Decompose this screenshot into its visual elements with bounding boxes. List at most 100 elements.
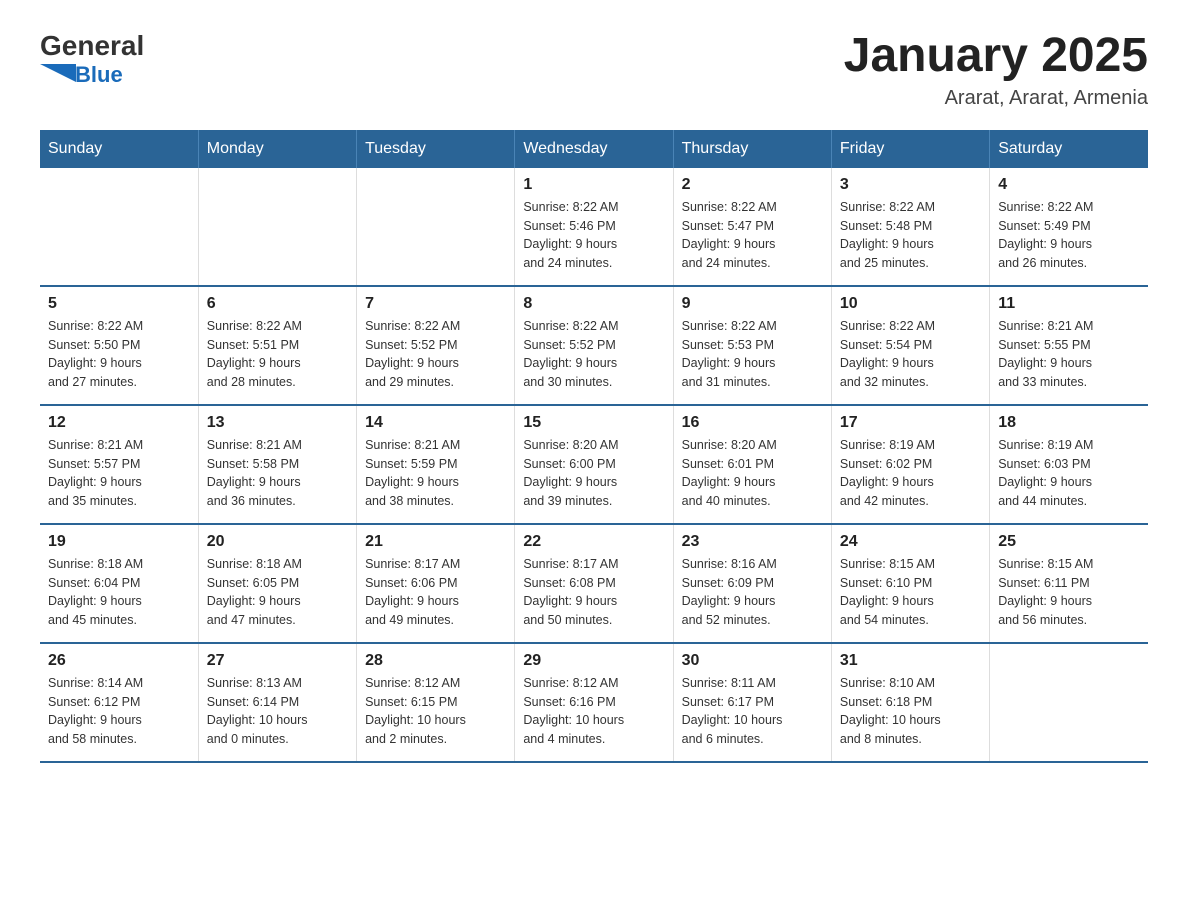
day-number: 29 [523, 652, 664, 670]
calendar-week-row: 5 Sunrise: 8:22 AMSunset: 5:50 PMDaylight… [40, 286, 1148, 405]
day-number: 5 [48, 295, 190, 313]
calendar-cell [990, 643, 1148, 762]
calendar-week-row: 12 Sunrise: 8:21 AMSunset: 5:57 PMDayligh… [40, 405, 1148, 524]
location-title: Ararat, Ararat, Armenia [844, 87, 1148, 110]
day-number: 10 [840, 295, 981, 313]
day-info: Sunrise: 8:20 AMSunset: 6:00 PMDaylight:… [523, 436, 664, 511]
calendar-cell: 4 Sunrise: 8:22 AMSunset: 5:49 PMDaylight… [990, 168, 1148, 286]
logo-general-text: General [40, 30, 144, 62]
day-number: 2 [682, 176, 823, 194]
day-number: 7 [365, 295, 506, 313]
calendar-cell: 28 Sunrise: 8:12 AMSunset: 6:15 PMDayligh… [357, 643, 515, 762]
page-header: General Blue January 2025 Ararat, Ararat… [40, 30, 1148, 110]
col-saturday: Saturday [990, 130, 1148, 168]
calendar-cell: 11 Sunrise: 8:21 AMSunset: 5:55 PMDayligh… [990, 286, 1148, 405]
calendar-cell: 15 Sunrise: 8:20 AMSunset: 6:00 PMDayligh… [515, 405, 673, 524]
calendar-cell: 25Sunrise: 8:15 AMSunset: 6:11 PMDayligh… [990, 524, 1148, 643]
day-number: 9 [682, 295, 823, 313]
day-info: Sunrise: 8:12 AMSunset: 6:16 PMDaylight:… [523, 674, 664, 749]
calendar-cell: 27Sunrise: 8:13 AMSunset: 6:14 PMDayligh… [198, 643, 356, 762]
day-number: 16 [682, 414, 823, 432]
day-info: Sunrise: 8:12 AMSunset: 6:15 PMDaylight:… [365, 674, 506, 749]
calendar-cell: 18 Sunrise: 8:19 AMSunset: 6:03 PMDayligh… [990, 405, 1148, 524]
day-info: Sunrise: 8:17 AMSunset: 6:08 PMDaylight:… [523, 555, 664, 630]
day-info: Sunrise: 8:19 AMSunset: 6:03 PMDaylight:… [998, 436, 1140, 511]
col-sunday: Sunday [40, 130, 198, 168]
calendar-cell: 9 Sunrise: 8:22 AMSunset: 5:53 PMDaylight… [673, 286, 831, 405]
calendar-cell: 13 Sunrise: 8:21 AMSunset: 5:58 PMDayligh… [198, 405, 356, 524]
calendar-cell: 12 Sunrise: 8:21 AMSunset: 5:57 PMDayligh… [40, 405, 198, 524]
calendar-cell: 21 Sunrise: 8:17 AMSunset: 6:06 PMDayligh… [357, 524, 515, 643]
day-info: Sunrise: 8:19 AMSunset: 6:02 PMDaylight:… [840, 436, 981, 511]
day-number: 4 [998, 176, 1140, 194]
day-number: 14 [365, 414, 506, 432]
day-info: Sunrise: 8:18 AMSunset: 6:05 PMDaylight:… [207, 555, 348, 630]
day-info: Sunrise: 8:22 AMSunset: 5:49 PMDaylight:… [998, 198, 1140, 273]
calendar-cell [198, 168, 356, 286]
day-info: Sunrise: 8:20 AMSunset: 6:01 PMDaylight:… [682, 436, 823, 511]
calendar-cell: 20 Sunrise: 8:18 AMSunset: 6:05 PMDayligh… [198, 524, 356, 643]
day-info: Sunrise: 8:22 AMSunset: 5:52 PMDaylight:… [365, 317, 506, 392]
day-number: 25 [998, 533, 1140, 551]
day-number: 17 [840, 414, 981, 432]
day-info: Sunrise: 8:22 AMSunset: 5:50 PMDaylight:… [48, 317, 190, 392]
calendar-cell: 30Sunrise: 8:11 AMSunset: 6:17 PMDayligh… [673, 643, 831, 762]
day-number: 15 [523, 414, 664, 432]
day-number: 18 [998, 414, 1140, 432]
calendar-cell: 6 Sunrise: 8:22 AMSunset: 5:51 PMDaylight… [198, 286, 356, 405]
day-number: 21 [365, 533, 506, 551]
day-number: 28 [365, 652, 506, 670]
day-info: Sunrise: 8:22 AMSunset: 5:47 PMDaylight:… [682, 198, 823, 273]
day-number: 8 [523, 295, 664, 313]
day-number: 24 [840, 533, 981, 551]
calendar-cell: 2 Sunrise: 8:22 AMSunset: 5:47 PMDaylight… [673, 168, 831, 286]
calendar-cell: 7 Sunrise: 8:22 AMSunset: 5:52 PMDaylight… [357, 286, 515, 405]
day-number: 11 [998, 295, 1140, 313]
calendar-cell: 22 Sunrise: 8:17 AMSunset: 6:08 PMDayligh… [515, 524, 673, 643]
day-number: 30 [682, 652, 823, 670]
day-info: Sunrise: 8:10 AMSunset: 6:18 PMDaylight:… [840, 674, 981, 749]
col-thursday: Thursday [673, 130, 831, 168]
calendar-week-row: 1Sunrise: 8:22 AMSunset: 5:46 PMDaylight… [40, 168, 1148, 286]
calendar-cell: 24 Sunrise: 8:15 AMSunset: 6:10 PMDayligh… [831, 524, 989, 643]
day-number: 23 [682, 533, 823, 551]
col-friday: Friday [831, 130, 989, 168]
day-info: Sunrise: 8:18 AMSunset: 6:04 PMDaylight:… [48, 555, 190, 630]
calendar-cell: 5 Sunrise: 8:22 AMSunset: 5:50 PMDaylight… [40, 286, 198, 405]
day-info: Sunrise: 8:14 AMSunset: 6:12 PMDaylight:… [48, 674, 190, 749]
day-info: Sunrise: 8:21 AMSunset: 5:57 PMDaylight:… [48, 436, 190, 511]
calendar-week-row: 26 Sunrise: 8:14 AMSunset: 6:12 PMDayligh… [40, 643, 1148, 762]
calendar-cell [357, 168, 515, 286]
day-number: 19 [48, 533, 190, 551]
title-section: January 2025 Ararat, Ararat, Armenia [844, 30, 1148, 110]
calendar-cell: 31Sunrise: 8:10 AMSunset: 6:18 PMDayligh… [831, 643, 989, 762]
calendar-cell: 8Sunrise: 8:22 AMSunset: 5:52 PMDaylight… [515, 286, 673, 405]
calendar-cell: 10Sunrise: 8:22 AMSunset: 5:54 PMDayligh… [831, 286, 989, 405]
col-wednesday: Wednesday [515, 130, 673, 168]
calendar-cell: 19 Sunrise: 8:18 AMSunset: 6:04 PMDayligh… [40, 524, 198, 643]
day-number: 12 [48, 414, 190, 432]
calendar-cell: 26 Sunrise: 8:14 AMSunset: 6:12 PMDayligh… [40, 643, 198, 762]
day-info: Sunrise: 8:22 AMSunset: 5:51 PMDaylight:… [207, 317, 348, 392]
logo: General Blue [40, 30, 159, 88]
month-title: January 2025 [844, 30, 1148, 83]
day-number: 13 [207, 414, 348, 432]
day-info: Sunrise: 8:21 AMSunset: 5:55 PMDaylight:… [998, 317, 1140, 392]
day-info: Sunrise: 8:21 AMSunset: 5:59 PMDaylight:… [365, 436, 506, 511]
day-number: 22 [523, 533, 664, 551]
day-number: 26 [48, 652, 190, 670]
day-number: 3 [840, 176, 981, 194]
day-info: Sunrise: 8:22 AMSunset: 5:48 PMDaylight:… [840, 198, 981, 273]
day-info: Sunrise: 8:13 AMSunset: 6:14 PMDaylight:… [207, 674, 348, 749]
day-info: Sunrise: 8:17 AMSunset: 6:06 PMDaylight:… [365, 555, 506, 630]
calendar-table: Sunday Monday Tuesday Wednesday Thursday… [40, 130, 1148, 763]
calendar-cell: 14 Sunrise: 8:21 AMSunset: 5:59 PMDayligh… [357, 405, 515, 524]
day-info: Sunrise: 8:15 AMSunset: 6:10 PMDaylight:… [840, 555, 981, 630]
day-number: 6 [207, 295, 348, 313]
calendar-cell: 16 Sunrise: 8:20 AMSunset: 6:01 PMDayligh… [673, 405, 831, 524]
logo-blue-text: Blue [75, 62, 123, 88]
day-info: Sunrise: 8:22 AMSunset: 5:53 PMDaylight:… [682, 317, 823, 392]
day-number: 20 [207, 533, 348, 551]
day-info: Sunrise: 8:21 AMSunset: 5:58 PMDaylight:… [207, 436, 348, 511]
calendar-cell: 3 Sunrise: 8:22 AMSunset: 5:48 PMDaylight… [831, 168, 989, 286]
